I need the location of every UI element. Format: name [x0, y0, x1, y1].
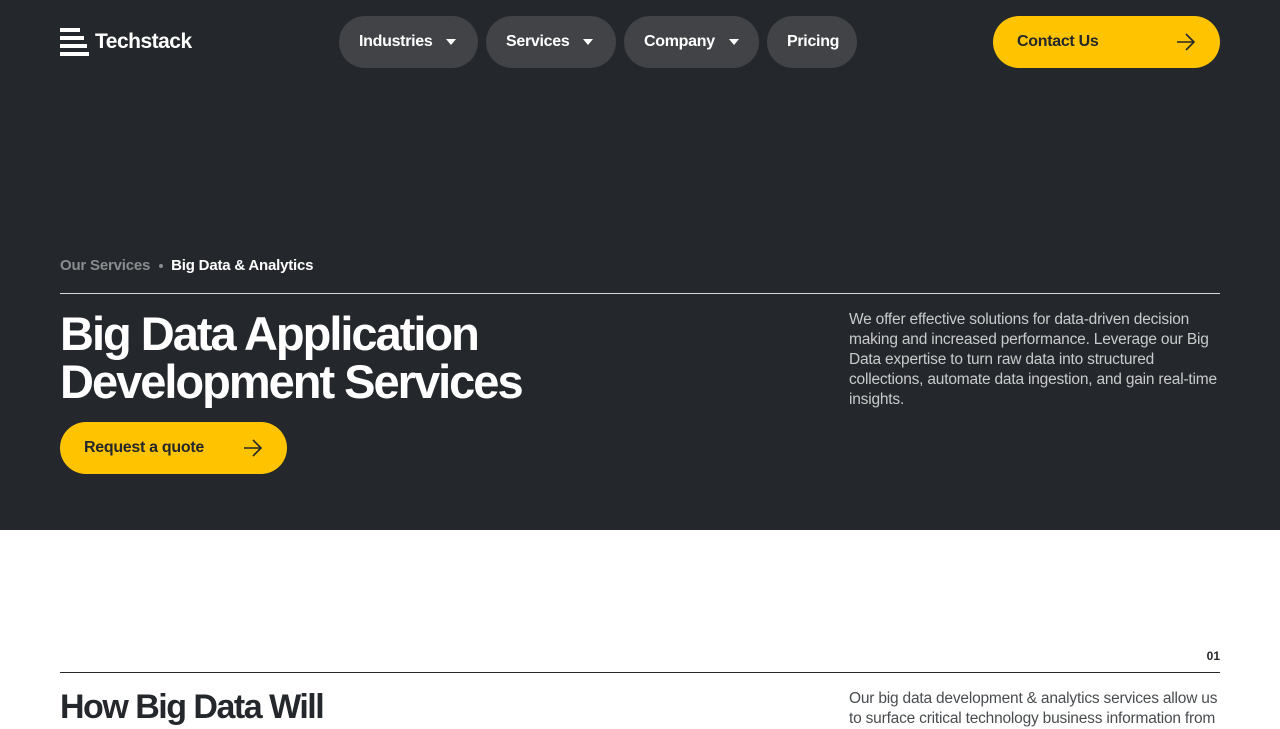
page-title: Big Data Application Development Service…	[60, 310, 660, 406]
page-title-line-1: Big Data Application	[60, 307, 480, 360]
section-description: Our big data development & analytics ser…	[849, 690, 1218, 727]
nav-label: Pricing	[787, 33, 840, 50]
techstack-logo[interactable]: Techstack	[60, 28, 192, 56]
caret-down-icon	[583, 39, 594, 45]
hero-description: We offer effective solutions for data-dr…	[849, 311, 1217, 408]
contact-us-label: Contact Us	[1017, 33, 1099, 50]
breadcrumb-separator	[159, 263, 164, 268]
nav-company[interactable]: Company	[624, 16, 759, 68]
request-quote-button[interactable]: Request a quote	[60, 422, 287, 474]
caret-down-icon	[446, 39, 457, 45]
logo-text: Techstack	[95, 30, 192, 53]
caret-down-icon	[728, 39, 739, 45]
contact-us-button[interactable]: Contact Us	[993, 16, 1220, 68]
breadcrumb-link-our-services[interactable]: Our Services	[60, 257, 150, 274]
request-quote-label: Request a quote	[84, 439, 204, 456]
hero-divider	[60, 293, 1220, 294]
breadcrumb: Our Services Big Data & Analytics	[60, 257, 314, 274]
nav-label: Services	[506, 33, 570, 50]
nav-label: Industries	[359, 33, 433, 50]
section-divider	[60, 672, 1220, 673]
breadcrumb-current: Big Data & Analytics	[171, 257, 314, 274]
section-number: 01	[1206, 649, 1220, 663]
nav-industries[interactable]: Industries	[339, 16, 478, 68]
nav-pricing[interactable]: Pricing	[767, 16, 857, 68]
section-title: How Big Data Will	[60, 688, 325, 726]
page-title-line-2: Development Services	[60, 355, 524, 408]
logo-mark-icon	[60, 28, 89, 56]
arrow-right-icon	[1177, 33, 1196, 51]
nav-services[interactable]: Services	[486, 16, 616, 68]
arrow-right-icon	[244, 439, 263, 457]
hero-section: Techstack Industries Services Company Pr…	[0, 0, 1280, 530]
nav-label: Company	[644, 33, 715, 50]
